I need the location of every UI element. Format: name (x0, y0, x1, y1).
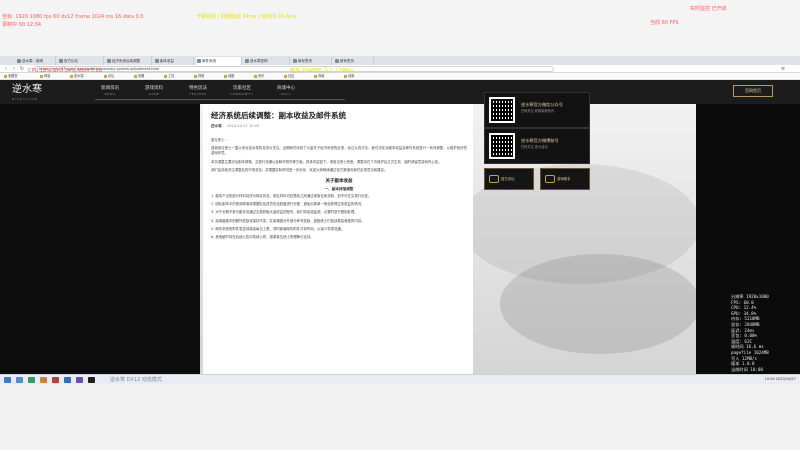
qr-card-title: 逆水寒官方微信公众号 (521, 102, 563, 107)
overlay-line-1: 坐标: 1920 1080 fps 60 dx12 frame 1024 ms … (2, 14, 144, 20)
forum-icon (489, 175, 499, 183)
left-dark-panel (0, 104, 200, 374)
bookmark-item[interactable]: 地图 (224, 74, 234, 79)
bookmark-item[interactable]: 资讯 (254, 74, 264, 79)
overlay-line-2: 卡顿检测 | 网络延迟 24ms | 帧时间 16.6ms (196, 14, 297, 20)
article-paragraph: 各位侠士： (211, 138, 228, 142)
article-paragraph: 本次调整主要涉及副本掉落、交易行流通以及邮件附件等方面，具体内容如下，请各位侠士… (211, 159, 442, 164)
forward-icon[interactable]: › (11, 66, 17, 72)
start-icon[interactable] (4, 377, 11, 383)
taskbar-app-icon[interactable] (16, 377, 23, 383)
overlay-right-2: 当前 60 FPS (650, 20, 679, 26)
favicon-icon (17, 59, 21, 63)
section-title: 关于副本收益 (325, 179, 353, 185)
address-bar-row: ‹ › ↻ https://nsh.163.com/news/update/ec… (0, 65, 800, 73)
article-author: 逆水寒 (211, 124, 222, 128)
bookmark-item[interactable]: 设置 (344, 74, 354, 79)
taskbar-app-icon[interactable] (40, 377, 47, 383)
article-title: 经济系统后续调整：副本收益及邮件系统 (211, 111, 346, 120)
bookmark-item[interactable]: 社区 (284, 74, 294, 79)
browser-tab[interactable]: 官方论坛 (58, 57, 104, 65)
article-paragraph: 2. 团队副本中的首领掉落将根据队伍成员的活跃度进行分配，避免出现单一角色获得过… (211, 202, 365, 207)
overlay-right-1: 实时监控 已开启 (690, 6, 727, 12)
stats-line: 当前时间 10:00 (731, 366, 763, 372)
desktop-bottom (0, 384, 800, 450)
browser-tab[interactable]: 逆水寒官网 (244, 57, 290, 65)
wechat-qr-card[interactable]: 逆水寒官方微信公众号 扫码关注 获取最新资讯 (484, 92, 590, 128)
favicon-icon (59, 59, 63, 63)
bookmarks-bar: 收藏夹 网易 逆水寒 论坛 攻略 工具 视频 地图 资讯 社区 商城 设置 (0, 73, 800, 80)
back-icon[interactable]: ‹ (3, 66, 9, 72)
nav-item-feature[interactable]: 特色玩法 FEATURE (176, 85, 220, 99)
performance-stats-overlay: 分辨率 1920x1080 FPS: 60.0 CPU: 12.4% GPU: … (731, 294, 797, 372)
article-meta: 逆水寒 2023-10-27 10:00 (211, 124, 259, 129)
article: 经济系统后续调整：副本收益及邮件系统 逆水寒 2023-10-27 10:00 … (203, 104, 473, 374)
bookmark-item[interactable]: 工具 (164, 74, 174, 79)
taskbar-app-icon[interactable] (28, 377, 35, 383)
browser-tab[interactable]: 新标签页 (292, 57, 332, 65)
favicon-icon (197, 59, 201, 63)
browser-tab[interactable]: 经济系统后续调整 (106, 57, 152, 65)
bookmark-item[interactable]: 收藏夹 (4, 74, 18, 79)
article-body: 各位侠士： 感谢各位侠士一直以来对逆水寒的支持与关注。近期我们收到了大量关于经济… (211, 138, 467, 243)
screen: 坐标: 1920 1080 fps 60 dx12 frame 1024 ms … (0, 0, 800, 450)
taskbar-app-icon[interactable] (76, 377, 83, 383)
taskbar-app-icon[interactable] (52, 377, 59, 383)
assistant-link-card[interactable]: 游戏助手 (540, 168, 590, 190)
site-header: 逆水寒 NISHUIHAN 新闻资讯 NEWS 游戏资料 GAME 特色玩法 FEAT… (0, 80, 800, 104)
taskbar-caption: 逆水寒 DX12 动态模式 (110, 377, 162, 383)
article-date: 2023-10-27 10:00 (226, 124, 260, 128)
site-logo[interactable]: 逆水寒 (12, 84, 42, 96)
article-paragraph: 1. 副本产出的部分材料将改为绑定状态，绑定材料可在角色之间通过家族仓库流转，但… (211, 194, 372, 199)
browser-tab[interactable]: 新标签页 (334, 57, 374, 65)
favicon-icon (245, 59, 249, 63)
article-paragraph: 4. 高难度副本的额外奖励将保持不变，并新增部分外观与称号奖励，鼓励侠士们挑战更… (211, 218, 365, 223)
nav-item-news[interactable]: 新闻资讯 NEWS (88, 85, 132, 99)
overlay-line-5: 缓存 2048MB 写入 12MB/s (290, 68, 354, 74)
browser-tab-strip: 逆水寒 - 新闻 官方论坛 经济系统后续调整 副本收益 邮件系统 逆水寒官网 新… (0, 56, 800, 65)
bookmark-item[interactable]: 逆水寒 (70, 74, 84, 79)
favicon-icon (107, 59, 111, 63)
forum-link-card[interactable]: 官方论坛 (484, 168, 534, 190)
nav-item-mall[interactable]: 商城中心 MALL (264, 85, 308, 99)
bookmark-item[interactable]: 商城 (314, 74, 324, 79)
qr-card-desc: 扫码关注 参与活动 (521, 145, 548, 149)
favicon-icon (293, 59, 297, 63)
browser-tab[interactable]: 副本收益 (154, 57, 194, 65)
qr-card-title: 逆水寒官方微博账号 (521, 138, 559, 143)
mountain-mist-image (500, 254, 700, 354)
article-paragraph: 6. 其他细节将在后续公告中陆续公布，感谢各位侠士的理解与支持。 (211, 235, 314, 240)
bookmark-item[interactable]: 视频 (194, 74, 204, 79)
bookmark-item[interactable]: 攻略 (134, 74, 144, 79)
overlay-line-3: 录制中 00:12:34 (2, 22, 42, 28)
article-paragraph: 感谢各位侠士一直以来对逆水寒的支持与关注。近期我们收到了大量关于经济系统的反馈，… (211, 146, 467, 156)
article-paragraph: 我们会持续关注调整后的市场变化，并根据实际情况进一步优化，欢迎大家继续通过官方渠… (211, 167, 388, 172)
weibo-qr-card[interactable]: 逆水寒官方微博账号 扫码关注 参与活动 (484, 128, 590, 164)
qr-code-image (489, 133, 515, 159)
favicon-icon (155, 59, 159, 63)
taskbar-app-icon[interactable] (64, 377, 71, 383)
browser-tab-active[interactable]: 邮件系统 (196, 57, 242, 65)
taskbar: 逆水寒 DX12 动态模式 10:00 2023/10/27 (0, 374, 800, 384)
system-tray-clock[interactable]: 10:00 2023/10/27 (765, 377, 796, 381)
qr-code-image (489, 97, 515, 123)
nav-divider (95, 99, 345, 100)
official-site-button[interactable]: 官网首页 (733, 85, 773, 97)
site-logo-subtitle: NISHUIHAN (12, 97, 38, 101)
bookmark-item[interactable]: 网易 (40, 74, 50, 79)
favicon-icon (335, 59, 339, 63)
taskbar-app-icon[interactable] (88, 377, 95, 383)
article-paragraph: 3. 对于长期不参与副本但通过交易获取大量收益的账号，我们将加强监测，必要时进行… (211, 210, 358, 215)
article-paragraph: 5. 邮件系统的附件发送将增加每日上限，同时新增邮件附件冷却时间，以减少异常流通… (211, 226, 345, 231)
nav-item-game[interactable]: 游戏资料 GAME (132, 85, 176, 99)
menu-icon[interactable]: ≡ (780, 66, 786, 72)
qr-card-desc: 扫码关注 获取最新资讯 (521, 109, 554, 113)
reload-icon[interactable]: ↻ (19, 66, 25, 72)
overlay-line-4: CPU 12% GPU 34% MEM 5.2G (28, 68, 103, 74)
browser-tab[interactable]: 逆水寒 - 新闻 (16, 57, 56, 65)
section-subtitle: 一、副本掉落调整 (324, 187, 354, 192)
bookmark-item[interactable]: 论坛 (104, 74, 114, 79)
nav-item-community[interactable]: 玩家社区 COMMUNITY (220, 85, 264, 99)
assistant-icon (545, 175, 555, 183)
